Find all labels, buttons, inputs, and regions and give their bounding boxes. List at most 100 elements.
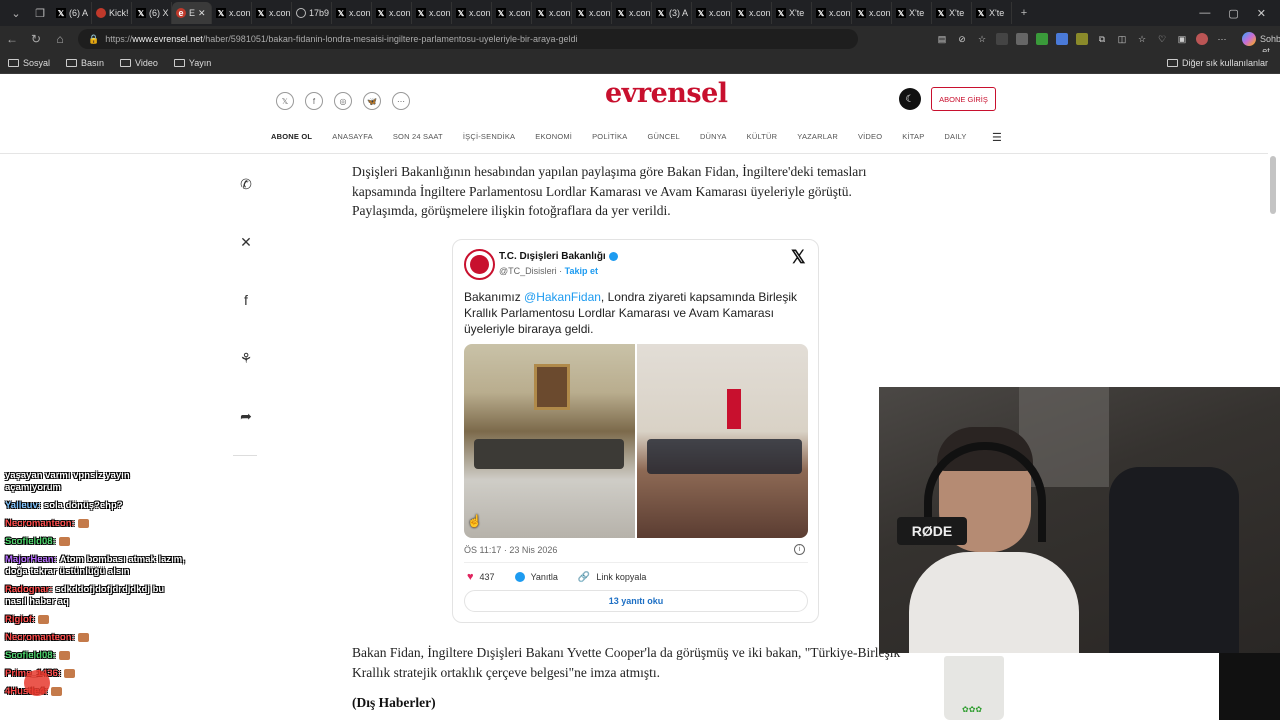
browser-tab[interactable]: 𝕏x.con: [812, 2, 852, 24]
page-scrollbar[interactable]: [1270, 156, 1276, 214]
facebook-share-icon[interactable]: f: [236, 290, 256, 310]
tab-actions-icon[interactable]: ⌄: [4, 3, 28, 23]
menu-item[interactable]: DÜNYA: [700, 132, 727, 141]
x-icon[interactable]: 𝕏: [276, 92, 294, 110]
dark-mode-icon[interactable]: ☾: [899, 88, 921, 110]
browser-tab[interactable]: 𝕏 (3) A: [652, 2, 692, 24]
more-dots-icon[interactable]: ⋯: [392, 92, 410, 110]
menu-item[interactable]: VİDEO: [858, 132, 882, 141]
bookmark-folder-yayin[interactable]: Yayın: [173, 58, 211, 68]
instagram-icon[interactable]: ◎: [334, 92, 352, 110]
bookmark-folder-sosyal[interactable]: Sosyal: [8, 58, 50, 68]
minimize-icon[interactable]: —: [1199, 7, 1210, 20]
browser-tab[interactable]: 𝕏x.con: [372, 2, 412, 24]
facebook-icon[interactable]: f: [305, 92, 323, 110]
menu-item[interactable]: ANASAYFA: [332, 132, 373, 141]
heart-icon[interactable]: ♡: [1156, 33, 1168, 45]
tweet-timestamp[interactable]: ÖS 11:17 · 23 Nis 2026: [464, 545, 557, 555]
menu-item[interactable]: İŞÇİ-SENDİKA: [463, 132, 515, 141]
info-icon[interactable]: i: [794, 544, 805, 555]
browser-tab[interactable]: 𝕏x.con: [612, 2, 652, 24]
menu-item[interactable]: EKONOMİ: [535, 132, 572, 141]
browser-tab[interactable]: e E ✕: [172, 2, 212, 24]
browser-tab[interactable]: 𝕏x.con: [732, 2, 772, 24]
other-favorites[interactable]: Diğer sık kullanılanlar: [1166, 58, 1280, 68]
new-tab-icon[interactable]: +: [1012, 3, 1036, 23]
extension-icon[interactable]: [1076, 33, 1088, 45]
url-field[interactable]: 🔒 https://www.evrensel.net/haber/5981051…: [78, 29, 858, 49]
reply-icon[interactable]: [514, 572, 525, 582]
browser-tab[interactable]: 17b9: [292, 2, 332, 24]
workspaces-icon[interactable]: ❐: [28, 3, 52, 23]
hamburger-menu-icon[interactable]: ☰: [992, 131, 1002, 144]
menu-item[interactable]: GÜNCEL: [647, 132, 679, 141]
menu-item[interactable]: KÜLTÜR: [747, 132, 778, 141]
browser-tab[interactable]: 𝕏 X'te: [972, 2, 1012, 24]
tweet-photo-meeting-room[interactable]: [637, 344, 808, 538]
extension-icon[interactable]: [1056, 33, 1068, 45]
extension-icon[interactable]: [1036, 33, 1048, 45]
tweet-mention[interactable]: @HakanFidan: [524, 290, 601, 304]
link-icon[interactable]: 🔗: [578, 572, 590, 583]
reply-button[interactable]: Yanıtla: [531, 572, 558, 582]
read-replies-button[interactable]: 13 yanıtı oku: [464, 590, 808, 612]
collections-icon[interactable]: ▣: [1176, 33, 1188, 45]
heart-icon[interactable]: ♥: [467, 571, 474, 583]
follow-link[interactable]: Takip et: [565, 266, 598, 276]
bluesky-icon[interactable]: 🦋: [363, 92, 381, 110]
browser-tab[interactable]: 𝕏 X'te: [892, 2, 932, 24]
copilot-button[interactable]: Sohbet et: [1242, 32, 1280, 56]
browser-tab[interactable]: 𝕏x.con: [412, 2, 452, 24]
extension-icon[interactable]: [996, 33, 1008, 45]
browser-tab[interactable]: Kick!: [92, 2, 132, 24]
split-screen-icon[interactable]: ◫: [1116, 33, 1128, 45]
favorite-star-icon[interactable]: ☆: [976, 33, 988, 45]
menu-item[interactable]: DAILY: [944, 132, 966, 141]
share-arrow-icon[interactable]: ➦: [236, 406, 256, 426]
browser-tab[interactable]: 𝕏x.con: [492, 2, 532, 24]
menu-item[interactable]: YAZARLAR: [797, 132, 838, 141]
browser-tab[interactable]: 𝕏 X'te: [772, 2, 812, 24]
refresh-icon[interactable]: ↻: [24, 32, 48, 46]
site-logo[interactable]: evrensel: [605, 78, 728, 109]
maximize-icon[interactable]: ▢: [1228, 7, 1238, 20]
copy-link-button[interactable]: Link kopyala: [596, 572, 646, 582]
browser-tab[interactable]: 𝕏x.con: [692, 2, 732, 24]
extension-icon[interactable]: [1016, 33, 1028, 45]
browser-tab[interactable]: 𝕏 (6) A: [52, 2, 92, 24]
browser-tab[interactable]: 𝕏x.con: [532, 2, 572, 24]
menu-item[interactable]: SON 24 SAAT: [393, 132, 443, 141]
more-icon[interactable]: ⋯: [1216, 33, 1228, 45]
bookmark-folder-basin[interactable]: Basın: [66, 58, 104, 68]
browser-tab[interactable]: 𝕏x.con: [212, 2, 252, 24]
profile-avatar[interactable]: [1196, 33, 1208, 45]
extensions-puzzle-icon[interactable]: ⧉: [1096, 33, 1108, 45]
abone-giris-button[interactable]: ABONE GİRİŞ: [931, 87, 996, 111]
browser-tab[interactable]: 𝕏x.con: [332, 2, 372, 24]
reader-icon[interactable]: ▤: [936, 33, 948, 45]
home-icon[interactable]: ⌂: [48, 32, 72, 46]
tweet-avatar[interactable]: [464, 249, 495, 280]
browser-tab[interactable]: 𝕏 X'te: [932, 2, 972, 24]
back-icon[interactable]: ←: [0, 32, 24, 46]
x-logo-icon[interactable]: 𝕏: [791, 247, 806, 268]
menu-item[interactable]: ABONE OL: [271, 132, 312, 141]
menu-item[interactable]: KİTAP: [902, 132, 924, 141]
tweet-account[interactable]: T.C. Dışişleri Bakanlığı: [499, 251, 618, 262]
tweet-handle[interactable]: @TC_Disisleri: [499, 266, 557, 276]
browser-tab[interactable]: 𝕏x.con: [252, 2, 292, 24]
close-window-icon[interactable]: ✕: [1257, 7, 1266, 20]
tweet-photo-meeting-table[interactable]: [464, 344, 635, 538]
menu-item[interactable]: POLİTİKA: [592, 132, 627, 141]
browser-tab[interactable]: 𝕏x.con: [452, 2, 492, 24]
bluesky-share-icon[interactable]: ⚘: [236, 348, 256, 368]
browser-tab[interactable]: 𝕏x.con: [852, 2, 892, 24]
close-tab-icon[interactable]: ✕: [198, 8, 206, 19]
favorites-icon[interactable]: ☆: [1136, 33, 1148, 45]
x-share-icon[interactable]: ✕: [236, 232, 256, 252]
browser-tab[interactable]: 𝕏 (6) X: [132, 2, 172, 24]
whatsapp-icon[interactable]: ✆: [236, 174, 256, 194]
block-icon[interactable]: ⊘: [956, 33, 968, 45]
browser-tab[interactable]: 𝕏x.con: [572, 2, 612, 24]
bookmark-folder-video[interactable]: Video: [120, 58, 158, 68]
